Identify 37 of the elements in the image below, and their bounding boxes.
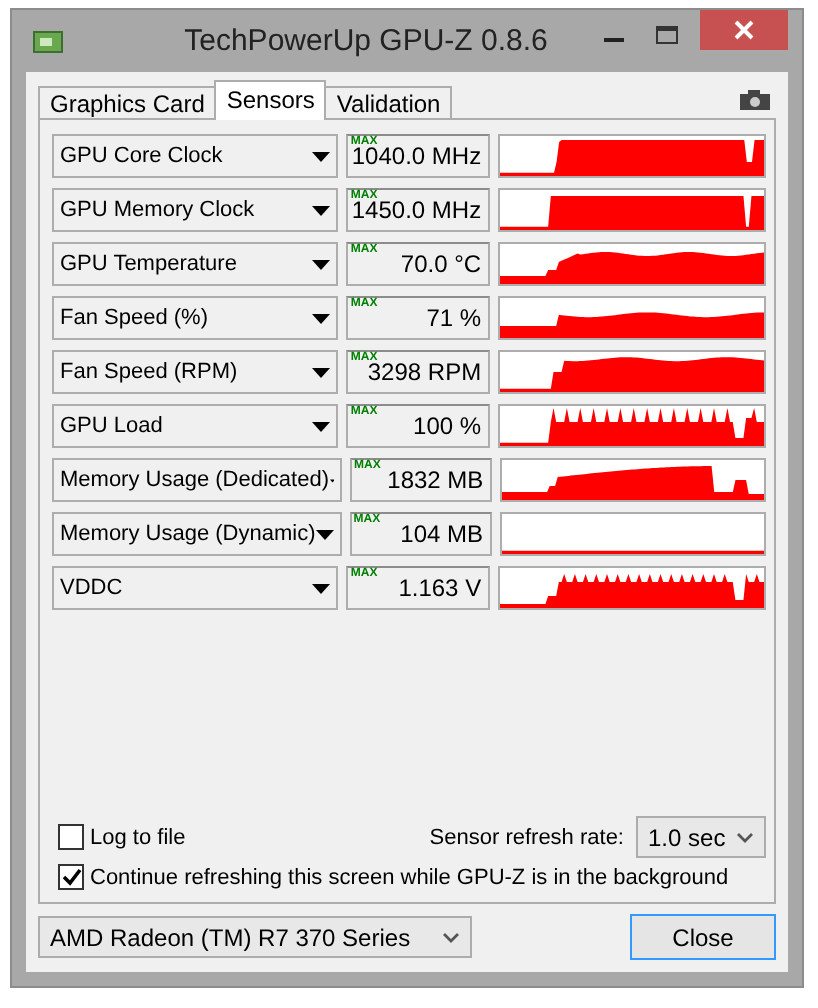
checkbox-label[interactable]: Log to file — [90, 825, 186, 849]
close-button[interactable]: Close — [630, 914, 776, 960]
chevron-down-icon — [442, 931, 460, 943]
dropdown-arrow-icon — [312, 205, 331, 215]
sensor-dropdown[interactable]: Fan Speed (%) — [52, 296, 339, 340]
refresh-rate-label: Sensor refresh rate: — [429, 825, 624, 849]
tab[interactable]: Sensors — [214, 80, 327, 120]
sensor-dropdown[interactable]: GPU Temperature — [52, 242, 339, 286]
dropdown-arrow-icon — [312, 313, 331, 323]
gpu-select-dropdown[interactable]: AMD Radeon (TM) R7 370 Series — [38, 916, 472, 958]
tab[interactable]: Graphics Card — [38, 86, 217, 120]
checkbox[interactable] — [58, 824, 84, 850]
close-icon — [734, 20, 754, 40]
sensor-dropdown[interactable]: Memory Usage (Dynamic) — [52, 512, 342, 556]
minimize-icon — [604, 35, 624, 41]
dropdown-arrow-icon — [312, 367, 331, 377]
sensor-dropdown[interactable]: GPU Memory Clock — [52, 188, 339, 232]
sensor-dropdown[interactable]: Memory Usage (Dedicated) — [52, 458, 342, 502]
sensor-dropdown[interactable]: GPU Load — [52, 404, 339, 448]
graphics-card-icon — [32, 28, 64, 56]
checkbox[interactable] — [58, 864, 84, 890]
refresh-rate-dropdown[interactable]: 1.0 sec — [636, 816, 766, 858]
dropdown-arrow-icon — [312, 151, 331, 161]
sensor-dropdown[interactable]: Fan Speed (RPM) — [52, 350, 339, 394]
checkbox-label[interactable]: Continue refreshing this screen while GPU-Z is in the background — [90, 865, 729, 889]
dropdown-arrow-icon — [312, 259, 331, 269]
dropdown-arrow-icon — [315, 529, 334, 539]
tab[interactable]: Validation — [324, 86, 453, 120]
chevron-down-icon — [736, 831, 754, 843]
dropdown-arrow-icon — [312, 421, 331, 431]
close-window-button[interactable] — [700, 10, 788, 50]
sensor-dropdown[interactable]: VDDC — [52, 566, 339, 610]
dropdown-arrow-icon — [312, 583, 331, 593]
sensor-dropdown[interactable]: GPU Core Clock — [52, 134, 339, 178]
camera-icon[interactable] — [740, 90, 770, 110]
maximize-icon — [655, 25, 677, 43]
window-title: TechPowerUp GPU-Z 0.8.6 — [182, 22, 550, 58]
